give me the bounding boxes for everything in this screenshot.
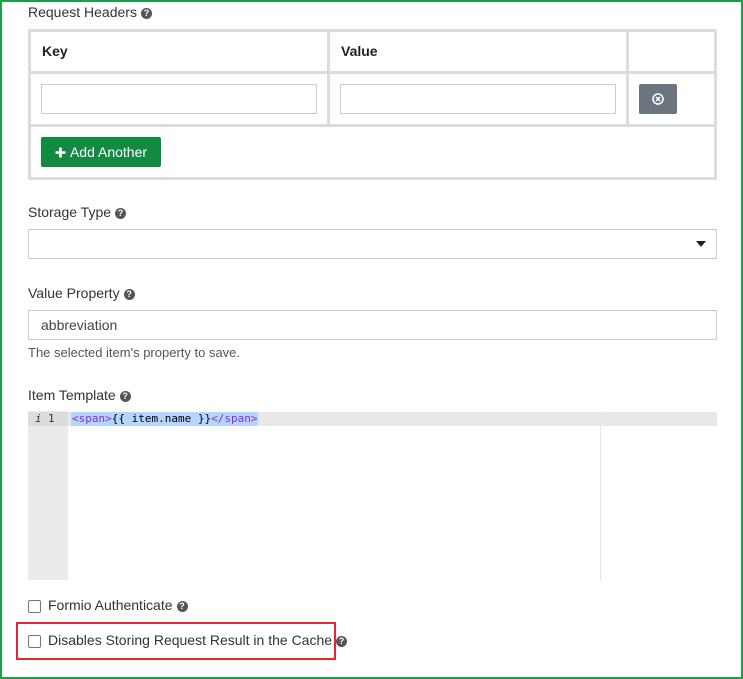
remove-row-button[interactable]: [639, 84, 677, 114]
formio-authenticate-label: Formio Authenticate?: [48, 597, 188, 613]
disable-cache-label-text: Disables Storing Request Result in the C…: [48, 632, 333, 648]
request-headers-label: Request Headers?: [28, 4, 152, 20]
help-icon[interactable]: ?: [336, 636, 348, 647]
code-close-tag: </span>: [211, 412, 258, 425]
column-header-value: Value: [341, 43, 378, 59]
help-icon[interactable]: ?: [115, 208, 127, 219]
editor-gutter: [28, 411, 68, 580]
storage-type-select[interactable]: [28, 229, 717, 259]
value-property-input[interactable]: abbreviation: [28, 310, 717, 340]
help-icon[interactable]: ?: [119, 391, 131, 402]
formio-authenticate-checkbox[interactable]: [28, 600, 41, 613]
line-number: 1: [48, 412, 55, 425]
code-expression: {{ item.name }}: [111, 412, 212, 425]
code-line: <span>{{ item.name }}</span>: [71, 412, 259, 426]
storage-type-label: Storage Type?: [28, 204, 127, 220]
grid-header-value: Value: [327, 29, 629, 74]
value-property-description: The selected item's property to save.: [28, 345, 241, 360]
storage-type-label-text: Storage Type: [28, 204, 112, 220]
caret-down-icon: [696, 241, 706, 247]
item-template-label: Item Template?: [28, 387, 131, 403]
item-template-editor[interactable]: i 1 <span>{{ item.name }}</span>: [28, 411, 717, 580]
help-icon[interactable]: ?: [176, 601, 188, 612]
info-icon: i: [35, 412, 42, 425]
value-property-label: Value Property?: [28, 285, 135, 301]
remove-circle-icon: [652, 93, 664, 105]
add-another-label: Add Another: [69, 144, 148, 160]
print-margin: [600, 411, 601, 580]
grid-header-key: Key: [28, 29, 330, 74]
formio-authenticate-label-text: Formio Authenticate: [48, 597, 173, 613]
plus-icon: [55, 147, 66, 157]
column-header-key: Key: [42, 43, 68, 59]
request-headers-label-text: Request Headers: [28, 4, 137, 20]
header-key-input[interactable]: [41, 84, 317, 114]
grid-header-actions: [626, 29, 717, 74]
disable-cache-label: Disables Storing Request Result in the C…: [48, 632, 348, 648]
item-template-label-text: Item Template: [28, 387, 116, 403]
disable-cache-checkbox[interactable]: [28, 635, 41, 648]
value-property-label-text: Value Property: [28, 285, 120, 301]
header-value-input[interactable]: [340, 84, 616, 114]
help-icon[interactable]: ?: [140, 8, 152, 19]
help-icon[interactable]: ?: [123, 289, 135, 300]
code-open-tag: <span>: [72, 412, 112, 425]
add-another-button[interactable]: Add Another: [41, 137, 161, 167]
